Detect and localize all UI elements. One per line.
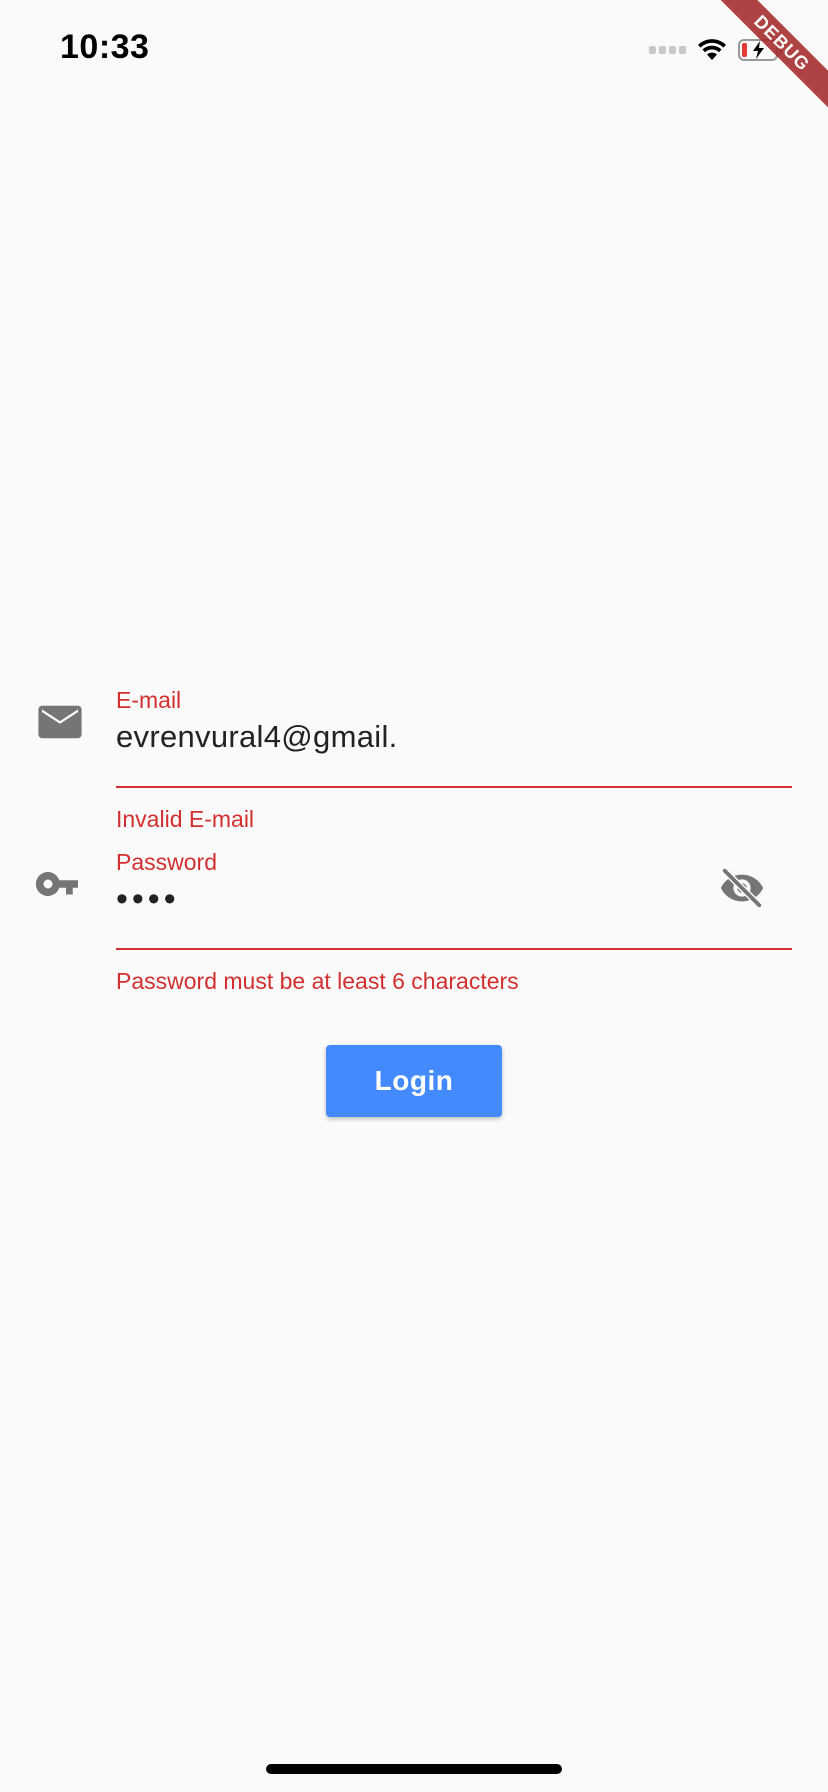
status-time: 10:33 (60, 28, 150, 66)
password-field-label: Password (116, 849, 217, 875)
key-icon (36, 860, 84, 908)
login-button-label: Login (374, 1065, 454, 1096)
email-input[interactable]: evrenvural4@gmail. (116, 718, 792, 756)
password-error-text: Password must be at least 6 characters (116, 968, 519, 994)
cellular-signal-icon (649, 46, 686, 54)
mail-icon (36, 698, 84, 746)
password-input[interactable]: •••• (116, 880, 792, 918)
email-error-text: Invalid E-mail (116, 806, 255, 832)
wifi-icon (696, 38, 728, 62)
password-field-underline (116, 948, 792, 950)
status-icons (649, 36, 784, 64)
login-button[interactable]: Login (326, 1045, 502, 1117)
email-field-underline (116, 786, 792, 788)
home-indicator (266, 1764, 562, 1774)
battery-charging-icon (738, 38, 784, 62)
visibility-off-icon[interactable] (716, 862, 768, 914)
email-field-label: E-mail (116, 687, 182, 713)
